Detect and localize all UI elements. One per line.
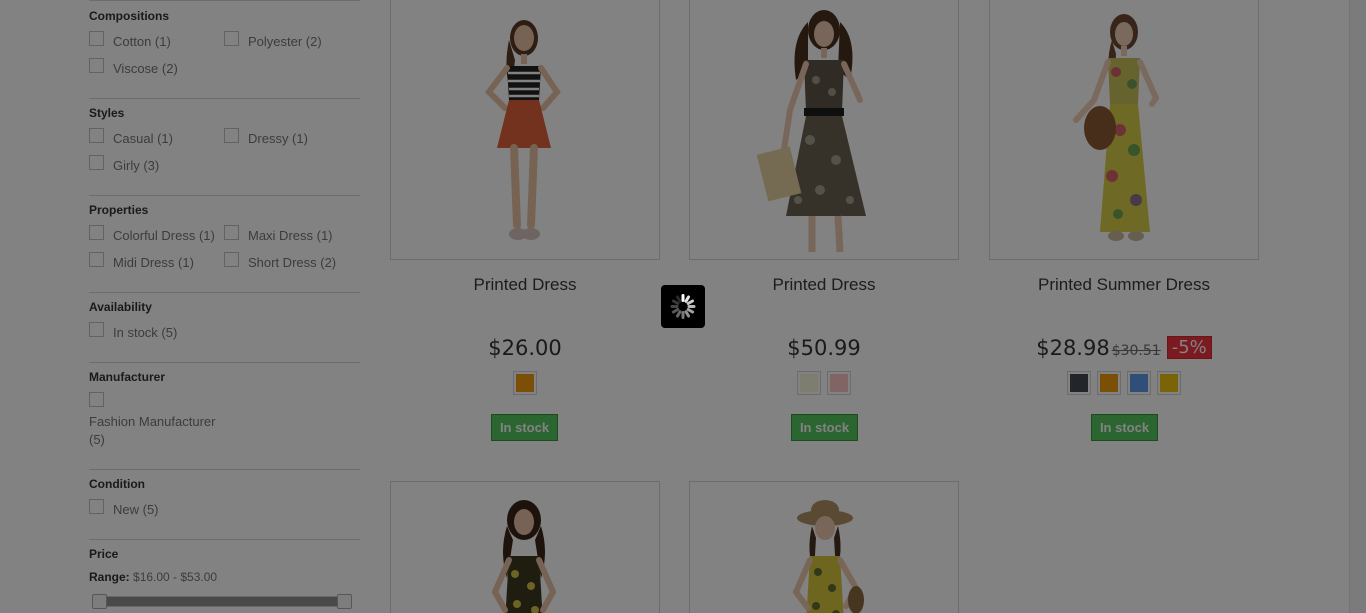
loading-spinner [661,285,705,328]
loading-spinner-icon [670,294,696,319]
